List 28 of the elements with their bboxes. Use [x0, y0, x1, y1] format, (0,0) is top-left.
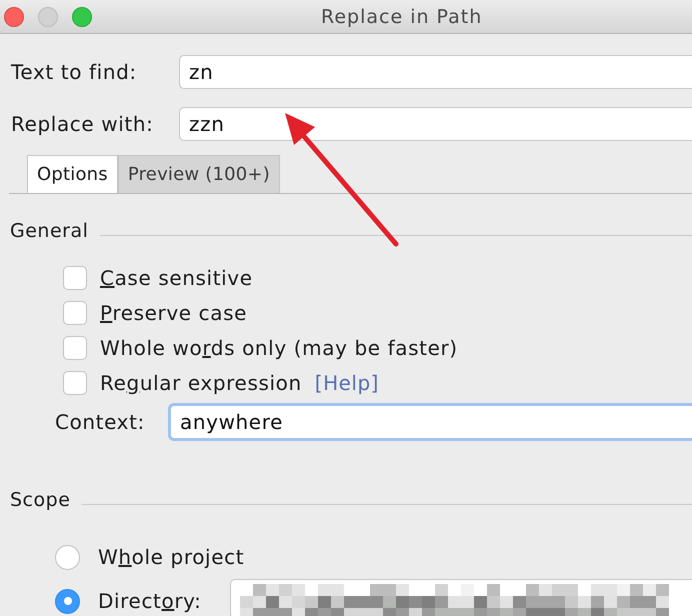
- zoom-button[interactable]: [72, 6, 92, 26]
- checkbox[interactable]: [63, 300, 87, 324]
- checkbox[interactable]: [63, 266, 87, 290]
- field-label: Text to find:: [10, 60, 138, 84]
- text-field[interactable]: zn: [179, 55, 692, 89]
- section-heading: General: [10, 220, 88, 242]
- tab[interactable]: Preview (100+): [118, 155, 280, 193]
- radio-button[interactable]: [55, 544, 80, 570]
- directory-field[interactable]: [230, 579, 692, 616]
- checkbox-label: Regular expression: [100, 370, 302, 394]
- radio-label: Directory:: [98, 589, 202, 613]
- window-title: Replace in Path: [321, 6, 482, 28]
- checkbox[interactable]: [63, 336, 87, 360]
- context-field[interactable]: anywhere: [168, 403, 692, 441]
- radio-button[interactable]: [55, 588, 80, 614]
- field-label: Context:: [55, 410, 146, 434]
- checkbox-label: Case sensitive: [100, 266, 253, 290]
- help-link[interactable]: [Help]: [314, 370, 379, 394]
- checkbox[interactable]: [63, 370, 87, 394]
- radio-label: Whole project: [98, 545, 244, 569]
- text-field[interactable]: zzn: [179, 107, 692, 141]
- field-label: Replace with:: [10, 112, 154, 136]
- section-heading: Scope: [10, 489, 70, 511]
- minimize-button[interactable]: [38, 6, 58, 26]
- checkbox-label: Whole words only (may be faster): [100, 336, 458, 360]
- checkbox-label: Preserve case: [100, 300, 248, 324]
- close-button[interactable]: [4, 6, 24, 26]
- tab[interactable]: Options: [27, 155, 118, 193]
